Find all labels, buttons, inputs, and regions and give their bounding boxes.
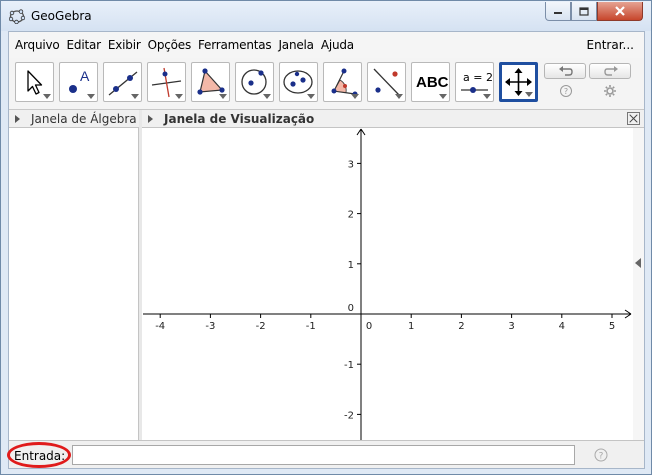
menu-arquivo[interactable]: Arquivo <box>14 36 61 54</box>
menu-ajuda[interactable]: Ajuda <box>320 36 355 54</box>
dropdown-triangle-icon <box>307 94 315 99</box>
algebra-view-title: Janela de Álgebra <box>31 112 137 126</box>
line-tool-button[interactable] <box>103 62 142 102</box>
undo-icon <box>559 66 573 76</box>
y-tick-label: -2 <box>344 410 354 421</box>
dropdown-triangle-icon <box>175 94 183 99</box>
reflect-tool-button[interactable] <box>367 62 406 102</box>
dropdown-triangle-icon <box>263 94 271 99</box>
x-tick-label: -2 <box>256 321 266 332</box>
y-tick-label: 1 <box>348 260 354 271</box>
y-tick-label: 0 <box>348 303 354 314</box>
close-view-icon[interactable] <box>627 112 640 125</box>
circle-tool-button[interactable] <box>235 62 274 102</box>
polygon-tool-button[interactable] <box>191 62 230 102</box>
panel-splitter[interactable] <box>139 110 142 440</box>
perpendicular-tool-button[interactable] <box>147 62 186 102</box>
y-tick-label: 3 <box>348 159 354 170</box>
algebra-view[interactable] <box>9 128 139 440</box>
menu-bar: Arquivo Editar Exibir Opções Ferramentas… <box>9 32 644 58</box>
menu-editar[interactable]: Editar <box>66 36 102 54</box>
title-bar[interactable]: GeoGebra <box>1 1 651 31</box>
dropdown-triangle-icon <box>525 92 533 97</box>
maximize-icon <box>579 6 589 16</box>
maximize-button[interactable] <box>571 2 597 21</box>
collapse-arrow-icon[interactable] <box>148 115 153 123</box>
sign-in-link[interactable]: Entrar... <box>587 38 634 52</box>
redo-icon <box>604 66 618 76</box>
dropdown-triangle-icon <box>351 94 359 99</box>
dropdown-triangle-icon <box>395 94 403 99</box>
menu-exibir[interactable]: Exibir <box>107 36 142 54</box>
x-tick-label: 4 <box>559 321 565 332</box>
minimize-button[interactable] <box>545 2 571 21</box>
dropdown-triangle-icon <box>483 94 491 99</box>
menu-ferramentas[interactable]: Ferramentas <box>197 36 272 54</box>
y-tick-label: -1 <box>344 360 354 371</box>
toolbar: A ABC a = 2 ? <box>9 58 644 110</box>
dropdown-triangle-icon <box>87 94 95 99</box>
expand-left-arrow-icon <box>635 258 641 268</box>
input-field[interactable] <box>72 445 575 465</box>
svg-text:A: A <box>80 68 90 84</box>
undo-button[interactable] <box>544 63 586 79</box>
app-client-area: Arquivo Editar Exibir Opções Ferramentas… <box>7 31 645 469</box>
move-graphics-view-tool-button[interactable] <box>499 62 538 102</box>
x-tick-label: -1 <box>306 321 316 332</box>
graphics-view-title: Janela de Visualização <box>164 112 315 126</box>
close-button[interactable] <box>597 2 643 21</box>
minimize-icon <box>554 12 562 14</box>
y-tick-label: 2 <box>348 210 354 221</box>
text-tool-icon: ABC <box>416 74 449 91</box>
dropdown-triangle-icon <box>219 94 227 99</box>
redo-button[interactable] <box>589 63 631 79</box>
slider-tool-button[interactable]: a = 2 <box>455 62 494 102</box>
x-tick-label: 3 <box>508 321 514 332</box>
dropdown-triangle-icon <box>43 94 51 99</box>
x-tick-label: 2 <box>458 321 464 332</box>
move-tool-button[interactable] <box>15 62 54 102</box>
dropdown-triangle-icon <box>131 94 139 99</box>
close-icon <box>615 6 625 16</box>
x-tick-label: -3 <box>205 321 215 332</box>
input-help-icon[interactable]: ? <box>594 448 608 462</box>
collapse-arrow-icon[interactable] <box>15 115 20 123</box>
point-tool-button[interactable]: A <box>59 62 98 102</box>
coordinate-axes: -4 -3 -2 -1 0 1 2 3 4 5 3 2 1 0 -1 -2 <box>143 128 632 440</box>
text-tool-button[interactable]: ABC <box>411 62 450 102</box>
geogebra-window: GeoGebra Arquivo Editar Exibir Opções Fe… <box>0 0 652 475</box>
menu-opcoes[interactable]: Opções <box>147 36 192 54</box>
graphics-view-header[interactable]: Janela de Visualização <box>142 110 644 128</box>
angle-tool-button[interactable] <box>323 62 362 102</box>
menu-janela[interactable]: Janela <box>277 36 314 54</box>
side-panel-toggle[interactable] <box>633 128 644 440</box>
graphics-view[interactable]: -4 -3 -2 -1 0 1 2 3 4 5 3 2 1 0 -1 -2 <box>143 128 633 440</box>
algebra-view-header[interactable]: Janela de Álgebra <box>9 110 139 128</box>
x-tick-label: 1 <box>408 321 414 332</box>
help-icon[interactable]: ? <box>559 84 573 98</box>
svg-text:?: ? <box>599 452 604 462</box>
input-bar: Entrada: ? <box>7 440 644 468</box>
x-tick-label: -4 <box>155 321 165 332</box>
svg-text:?: ? <box>564 87 568 96</box>
gear-icon[interactable] <box>603 84 617 98</box>
geogebra-logo-icon <box>9 9 25 24</box>
dropdown-triangle-icon <box>439 94 447 99</box>
annotation-red-ellipse <box>7 442 71 468</box>
ellipse-tool-button[interactable] <box>279 62 318 102</box>
window-title: GeoGebra <box>31 9 92 23</box>
x-tick-label: 0 <box>366 321 372 332</box>
x-tick-label: 5 <box>609 321 615 332</box>
